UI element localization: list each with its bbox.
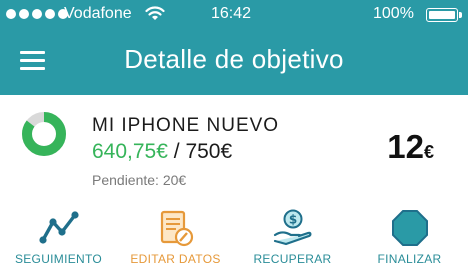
app-header: Vodafone 16:42 100% Detalle de objetivo bbox=[0, 0, 468, 95]
goal-amounts: 640,75€ / 750€ bbox=[92, 140, 232, 164]
wifi-icon bbox=[145, 6, 165, 20]
battery-icon bbox=[426, 8, 462, 22]
pending-amount: Pendiente: 20€ bbox=[92, 172, 186, 188]
target-amount: 750€ bbox=[185, 140, 233, 163]
tracking-button[interactable]: SEGUIMIENTO bbox=[0, 200, 117, 274]
quota-value: 12 bbox=[387, 128, 424, 165]
trend-chart-icon bbox=[38, 211, 79, 244]
battery-percentage: 100% bbox=[373, 5, 414, 22]
carrier-name: Vodafone bbox=[64, 5, 132, 22]
amount-separator: / bbox=[167, 140, 186, 163]
action-bar: SEGUIMIENTO EDITAR DATOS $ RECUPERAR FIN… bbox=[0, 200, 468, 274]
goal-progress-ring bbox=[22, 112, 66, 156]
stop-octagon-icon bbox=[391, 210, 428, 246]
signal-strength-icon bbox=[6, 9, 68, 19]
goal-name: MI IPHONE NUEVO bbox=[92, 115, 280, 136]
recover-button[interactable]: $ RECUPERAR bbox=[234, 200, 351, 274]
svg-text:$: $ bbox=[288, 213, 296, 227]
quota-amount: 12€ bbox=[387, 128, 434, 166]
clock: 16:42 bbox=[211, 5, 252, 22]
finish-button[interactable]: FINALIZAR bbox=[351, 200, 468, 274]
quota-currency: € bbox=[423, 142, 434, 162]
edit-data-button[interactable]: EDITAR DATOS bbox=[117, 200, 234, 274]
recover-label: RECUPERAR bbox=[253, 252, 332, 266]
edit-data-label: EDITAR DATOS bbox=[130, 252, 221, 266]
edit-document-icon bbox=[160, 210, 193, 247]
finish-label: FINALIZAR bbox=[377, 252, 442, 266]
tracking-label: SEGUIMIENTO bbox=[14, 252, 103, 266]
page-title: Detalle de objetivo bbox=[124, 44, 344, 74]
status-bar: Vodafone 16:42 100% bbox=[0, 0, 468, 30]
saved-amount: 640,75€ bbox=[92, 140, 168, 163]
money-hand-icon: $ bbox=[273, 209, 311, 246]
pending-label: Pendiente: 20€ bbox=[92, 172, 187, 188]
